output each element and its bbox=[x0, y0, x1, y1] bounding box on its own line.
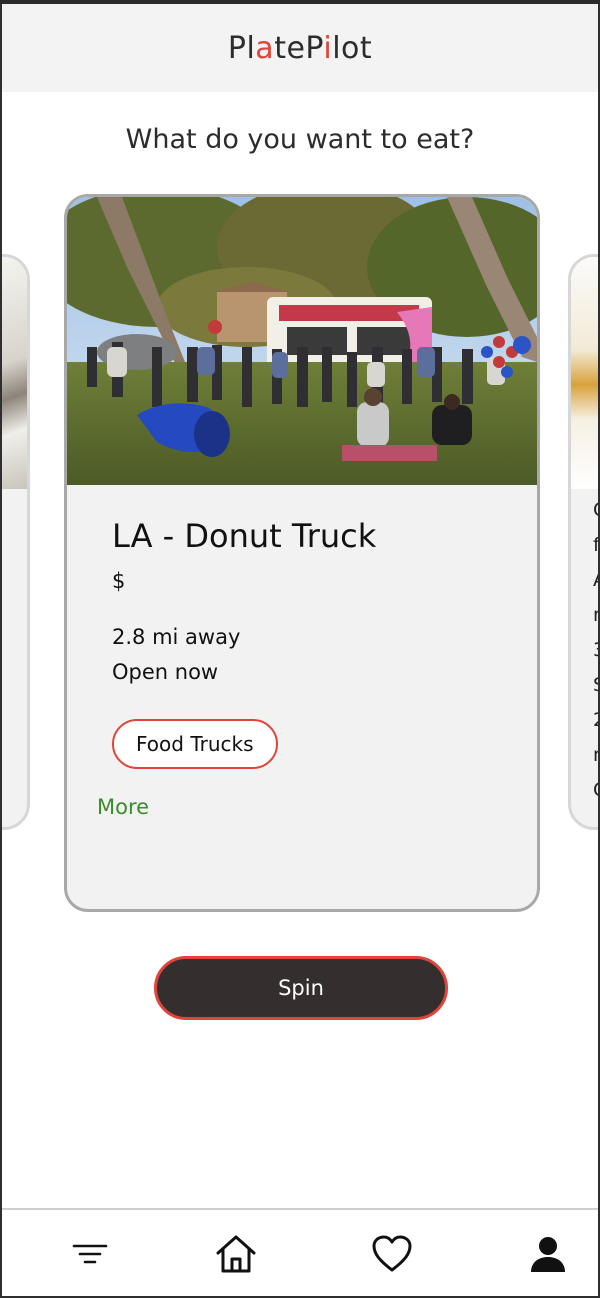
page-prompt: What do you want to eat? bbox=[125, 124, 475, 155]
restaurant-card[interactable]: LA - Donut Truck $ 2.8 mi away Open now … bbox=[64, 194, 540, 912]
category-tag[interactable]: Food Trucks bbox=[112, 719, 278, 769]
app-screen: PlatePilot What do you want to eat? C f … bbox=[0, 4, 600, 1298]
next-restaurant-card[interactable]: C f A n 3 S 2 n C bbox=[568, 254, 600, 830]
next-restaurant-text: C f A n 3 S 2 n C bbox=[593, 499, 600, 801]
app-logo: PlatePilot bbox=[227, 30, 373, 66]
next-restaurant-photo bbox=[571, 257, 598, 489]
previous-restaurant-card[interactable] bbox=[2, 254, 30, 830]
open-status: Open now bbox=[112, 660, 219, 684]
previous-restaurant-photo bbox=[2, 257, 27, 489]
spin-button[interactable]: Spin bbox=[154, 956, 448, 1020]
app-header: PlatePilot bbox=[2, 4, 598, 92]
restaurant-photo bbox=[67, 197, 537, 485]
price-level: $ bbox=[112, 569, 126, 593]
restaurant-name: LA - Donut Truck bbox=[112, 517, 377, 555]
more-link[interactable]: More bbox=[97, 795, 149, 819]
restaurant-distance: 2.8 mi away bbox=[112, 625, 241, 649]
filter-icon[interactable] bbox=[66, 1230, 114, 1278]
home-icon[interactable] bbox=[212, 1230, 260, 1278]
bottom-navigation bbox=[2, 1208, 598, 1296]
heart-icon[interactable] bbox=[368, 1230, 416, 1278]
user-icon[interactable] bbox=[524, 1230, 572, 1278]
